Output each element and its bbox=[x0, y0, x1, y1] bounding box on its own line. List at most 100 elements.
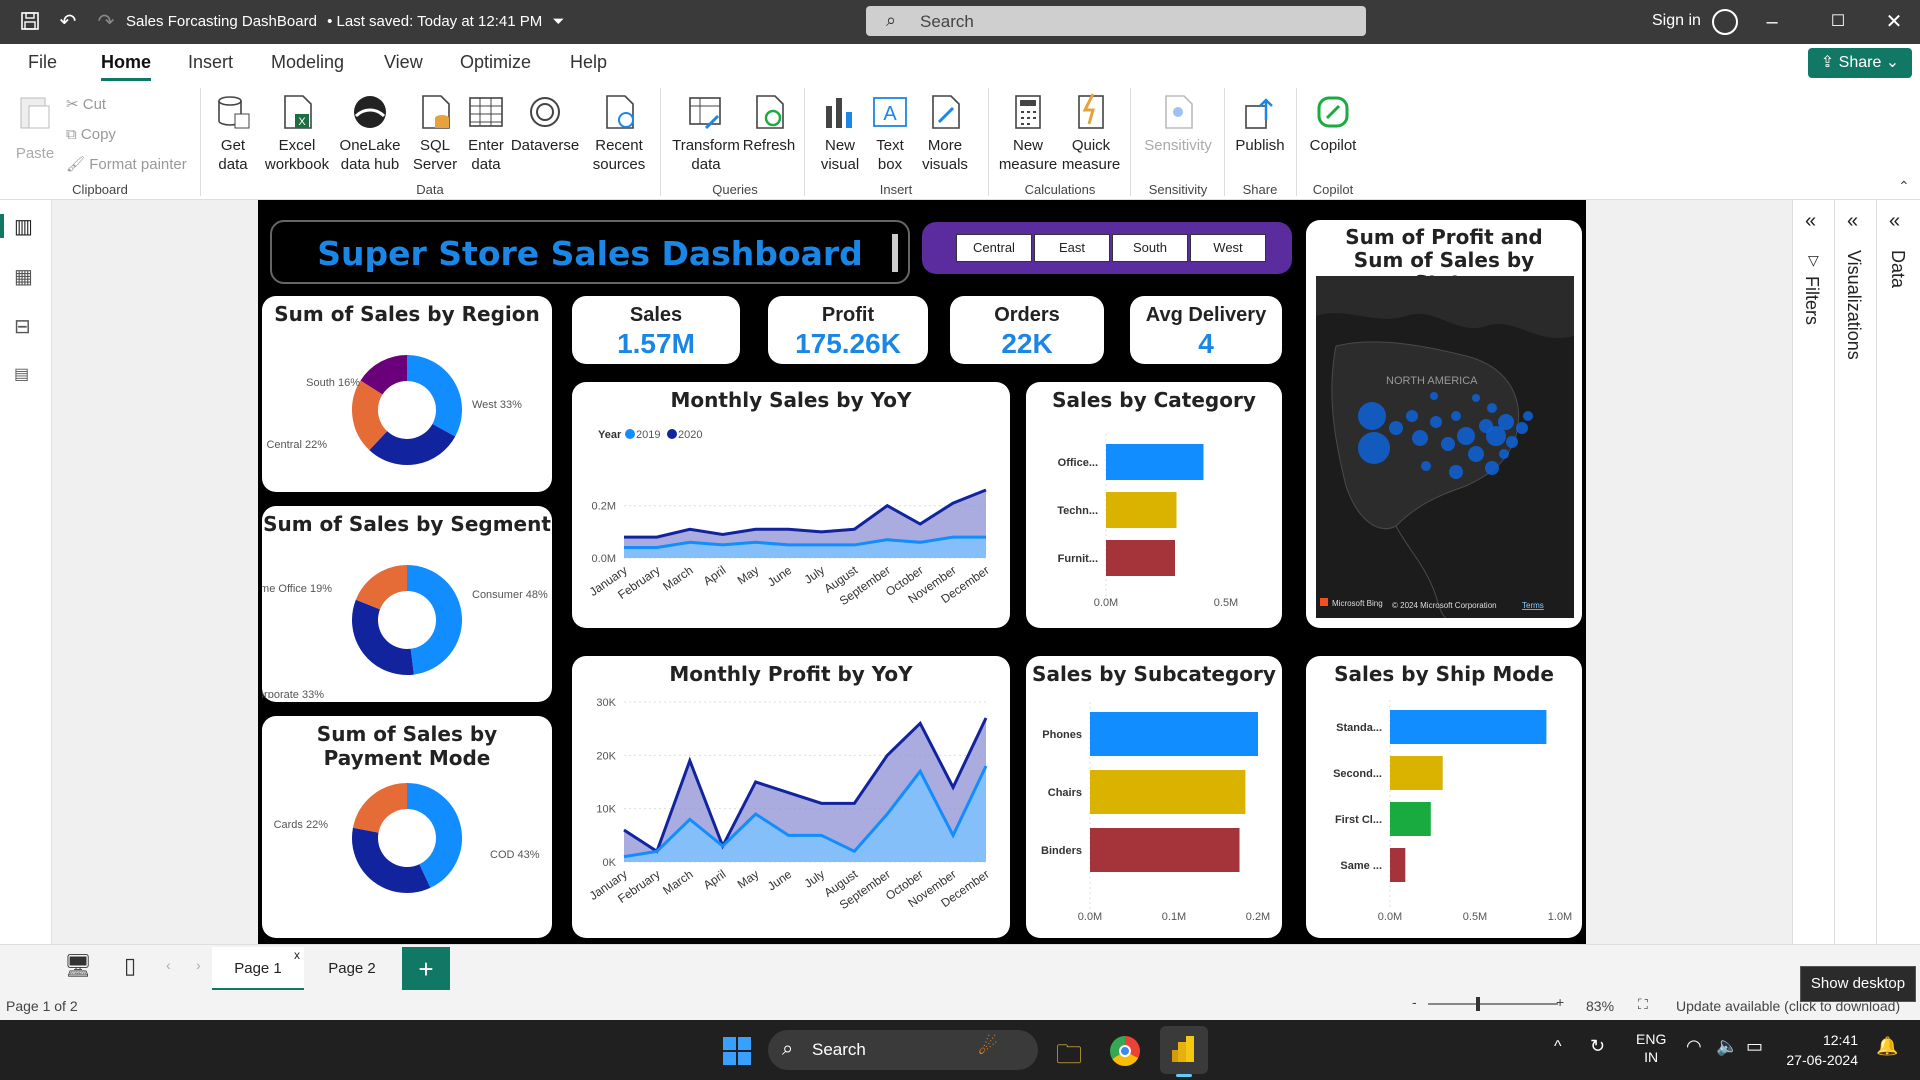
zoom-in-icon[interactable]: + bbox=[1556, 994, 1564, 1010]
expand-icon[interactable]: « bbox=[1847, 210, 1858, 233]
sales-by-segment-chart[interactable]: Sum of Sales by Segment Consumer 48% Corp… bbox=[262, 506, 552, 702]
slicer-east[interactable]: East bbox=[1034, 234, 1110, 262]
publish-button[interactable]: Publish bbox=[1232, 92, 1288, 155]
windows-start-icon[interactable] bbox=[722, 1036, 752, 1066]
tab-file[interactable]: File bbox=[28, 52, 57, 73]
format-painter-button[interactable]: 🖌 Format painter bbox=[66, 150, 187, 180]
map-terms-link[interactable]: Terms bbox=[1522, 601, 1544, 610]
more-visuals-button[interactable]: More visuals bbox=[914, 92, 976, 174]
expand-icon[interactable]: « bbox=[1805, 210, 1816, 233]
mobile-layout-icon[interactable]: ▯ bbox=[124, 953, 136, 979]
table-view-icon[interactable]: ▦ bbox=[14, 264, 33, 289]
slicer-central[interactable]: Central bbox=[956, 234, 1032, 262]
language-indicator[interactable]: ENG IN bbox=[1636, 1030, 1666, 1066]
model-view-icon[interactable]: ⊟ bbox=[14, 314, 31, 339]
tab-help[interactable]: Help bbox=[570, 52, 607, 73]
transform-data-button[interactable]: Transform data bbox=[670, 92, 742, 174]
visualizations-pane-collapsed[interactable]: « Visualizations bbox=[1835, 200, 1877, 944]
copy-button[interactable]: ⧉ Copy bbox=[66, 120, 187, 150]
kpi-profit-card[interactable]: Profit 175.26K bbox=[768, 296, 928, 364]
sales-by-subcategory-chart[interactable]: Sales by Subcategory Phones Chairs Binders… bbox=[1026, 656, 1282, 938]
sales-by-region-chart[interactable]: Sum of Sales by Region West 33%East 29%C… bbox=[262, 296, 552, 492]
filters-pane-collapsed[interactable]: « ▽ Filters bbox=[1793, 200, 1835, 944]
onelake-button[interactable]: OneLake data hub bbox=[334, 92, 406, 174]
collapse-ribbon-icon[interactable]: ⌃ bbox=[1898, 178, 1910, 195]
prev-page-icon[interactable]: ‹ bbox=[166, 957, 171, 973]
copilot-button[interactable]: Copilot bbox=[1304, 92, 1362, 155]
page-tab-2[interactable]: Page 2 bbox=[306, 947, 398, 991]
tab-home[interactable]: Home bbox=[101, 52, 151, 73]
slicer-west[interactable]: West bbox=[1190, 234, 1266, 262]
kpi-sales-card[interactable]: Sales 1.57M bbox=[572, 296, 740, 364]
tab-view[interactable]: View bbox=[384, 52, 423, 73]
get-data-button[interactable]: Get data bbox=[208, 92, 258, 174]
battery-icon[interactable]: ▭ bbox=[1746, 1036, 1763, 1057]
add-page-button[interactable]: + bbox=[402, 947, 450, 991]
wifi-icon[interactable]: ◠ bbox=[1686, 1036, 1702, 1057]
expand-icon[interactable]: « bbox=[1889, 210, 1900, 233]
zoom-slider[interactable] bbox=[1428, 997, 1558, 1011]
data-label[interactable]: Data bbox=[1887, 250, 1908, 288]
kpi-orders-card[interactable]: Orders 22K bbox=[950, 296, 1104, 364]
page-tab-1[interactable]: Page 1 x bbox=[212, 947, 304, 991]
profit-sales-by-state-map[interactable]: Sum of Profit and Sum of Sales by State … bbox=[1306, 220, 1582, 628]
tab-modeling[interactable]: Modeling bbox=[271, 52, 344, 73]
dax-query-icon[interactable]: ▤ bbox=[14, 364, 29, 384]
sync-icon[interactable]: ↻ bbox=[1590, 1036, 1605, 1057]
dataverse-button[interactable]: Dataverse bbox=[510, 92, 580, 155]
account-icon[interactable] bbox=[1712, 9, 1738, 35]
close-icon[interactable]: ✕ bbox=[1882, 10, 1906, 34]
maximize-icon[interactable]: ☐ bbox=[1826, 10, 1850, 34]
slicer-south[interactable]: South bbox=[1112, 234, 1188, 262]
powerbi-taskbar-icon[interactable] bbox=[1160, 1026, 1208, 1074]
tab-insert[interactable]: Insert bbox=[188, 52, 233, 73]
tab-optimize[interactable]: Optimize bbox=[460, 52, 531, 73]
sales-by-payment-mode-chart[interactable]: Sum of Sales by Payment Mode COD 43%Onli… bbox=[262, 716, 552, 938]
text-box-button[interactable]: A Text box bbox=[868, 92, 912, 174]
volume-icon[interactable]: 🔈 bbox=[1716, 1036, 1738, 1057]
enter-data-button[interactable]: Enter data bbox=[462, 92, 510, 174]
file-explorer-icon[interactable]: 🗀 bbox=[1056, 1036, 1082, 1080]
quick-measure-button[interactable]: Quick measure bbox=[1060, 92, 1122, 174]
chrome-icon[interactable] bbox=[1110, 1036, 1140, 1066]
sign-in-link[interactable]: Sign in bbox=[1652, 12, 1701, 30]
excel-workbook-button[interactable]: X Excel workbook bbox=[262, 92, 332, 174]
chevron-down-icon[interactable]: ⏷ bbox=[552, 13, 564, 30]
cut-button[interactable]: ✂ Cut bbox=[66, 90, 187, 120]
recent-sources-button[interactable]: Recent sources bbox=[585, 92, 653, 174]
legend-label: 2020 bbox=[678, 429, 702, 441]
desktop-layout-icon[interactable]: 🖥 bbox=[64, 953, 92, 979]
fit-to-page-icon[interactable]: ⛶ bbox=[1638, 996, 1648, 1013]
taskbar-search[interactable]: ⌕ Search ☄ bbox=[768, 1030, 1038, 1070]
refresh-button[interactable]: Refresh bbox=[742, 92, 796, 155]
redo-icon[interactable]: ↷ bbox=[94, 10, 118, 34]
recent-sources-icon bbox=[599, 92, 639, 132]
kpi-avg-delivery-card[interactable]: Avg Delivery 4 bbox=[1130, 296, 1282, 364]
next-page-icon[interactable]: › bbox=[196, 957, 201, 973]
search-input[interactable]: ⌕ Search bbox=[866, 6, 1366, 36]
sales-by-ship-mode-chart[interactable]: Sales by Ship Mode Standa... Second... Fir… bbox=[1306, 656, 1582, 938]
filters-label[interactable]: Filters bbox=[1801, 276, 1822, 325]
zoom-out-icon[interactable]: - bbox=[1412, 994, 1417, 1010]
new-measure-button[interactable]: New measure bbox=[996, 92, 1060, 174]
monthly-sales-yoy-chart[interactable]: Monthly Sales by YoY 0.0M 0.2M January Febr… bbox=[572, 382, 1010, 628]
visualizations-label[interactable]: Visualizations bbox=[1843, 250, 1864, 360]
map-canvas[interactable]: NORTH AMERICA Microsoft Bing © 2024 Micr… bbox=[1316, 276, 1574, 618]
close-icon[interactable]: x bbox=[294, 933, 300, 977]
notification-icon[interactable]: 🔔 bbox=[1876, 1036, 1898, 1057]
zoom-handle[interactable] bbox=[1476, 997, 1480, 1011]
sql-server-button[interactable]: SQL Server bbox=[410, 92, 460, 174]
sensitivity-button[interactable]: Sensitivity bbox=[1138, 92, 1218, 155]
new-visual-button[interactable]: New visual bbox=[814, 92, 866, 174]
paste-button[interactable]: Paste bbox=[12, 92, 58, 163]
undo-icon[interactable]: ↶ bbox=[56, 10, 80, 34]
data-pane-collapsed[interactable]: « Data bbox=[1877, 200, 1920, 944]
clock[interactable]: 12:41 27-06-2024 bbox=[1782, 1030, 1858, 1070]
monthly-profit-yoy-chart[interactable]: Monthly Profit by YoY 0K 10K 20K 30K January… bbox=[572, 656, 1010, 938]
save-icon[interactable] bbox=[18, 10, 42, 34]
sales-by-category-chart[interactable]: Sales by Category Office... Techn... Furni… bbox=[1026, 382, 1282, 628]
share-button[interactable]: ⇪ Share ⌄ bbox=[1808, 48, 1912, 78]
show-hidden-icons[interactable]: ^ bbox=[1554, 1038, 1562, 1056]
report-view-icon[interactable]: ▥ bbox=[14, 214, 33, 239]
minimize-icon[interactable]: – bbox=[1760, 10, 1784, 34]
